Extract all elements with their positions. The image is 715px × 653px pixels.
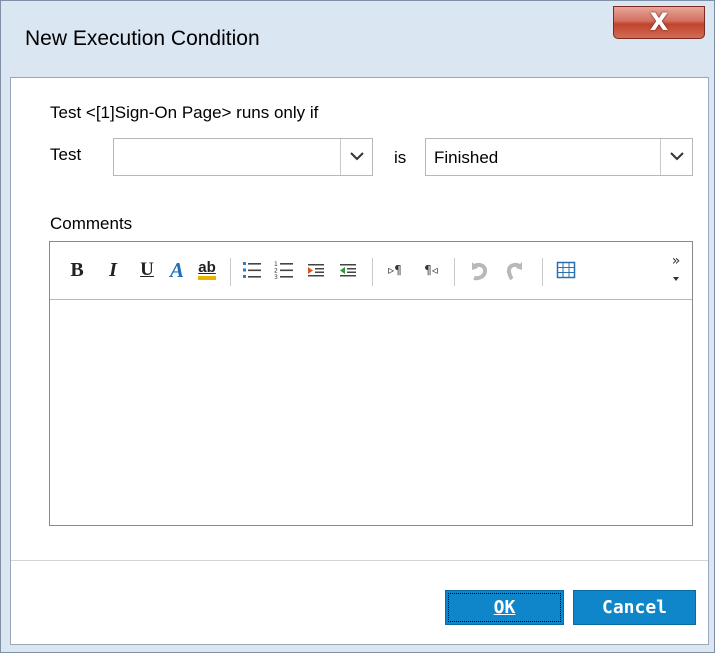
undo-button[interactable] <box>464 256 492 284</box>
numbered-list-button[interactable]: 1 2 3 <box>272 256 296 284</box>
decrease-indent-button[interactable] <box>304 256 328 284</box>
status-dropdown[interactable]: Finished <box>425 138 693 176</box>
footer-divider <box>11 560 708 561</box>
chevron-down-icon <box>670 152 684 161</box>
status-dropdown-value: Finished <box>434 148 499 167</box>
ltr-paragraph-button[interactable]: ▹¶ <box>382 256 408 284</box>
condition-description: Test <[1]Sign-On Page> runs only if <box>50 103 319 122</box>
comments-editor[interactable]: B I U A ab 1 2 3 ▹¶ ¶◃ » <box>49 241 693 526</box>
toolbar-separator <box>372 258 373 286</box>
dialog-window: New Execution Condition X Test <[1]Sign-… <box>0 0 715 653</box>
bold-icon: B <box>70 258 84 281</box>
title-bar[interactable]: New Execution Condition X <box>1 1 714 79</box>
italic-icon: I <box>109 258 117 281</box>
more-options-icon: » <box>671 253 681 269</box>
comments-text-area[interactable] <box>50 300 692 525</box>
toolbar-separator <box>542 258 543 286</box>
ltr-paragraph-icon: ▹¶ <box>388 263 402 277</box>
cancel-button-label: Cancel <box>601 597 668 618</box>
insert-table-button[interactable] <box>554 256 578 284</box>
increase-indent-icon <box>340 264 356 277</box>
bold-button[interactable]: B <box>66 256 88 284</box>
font-color-icon: A <box>169 257 184 282</box>
numbered-list-icon: 1 2 3 <box>274 261 293 280</box>
highlight-icon: ab <box>198 260 216 280</box>
cancel-button[interactable]: Cancel <box>573 590 696 625</box>
comments-label: Comments <box>50 214 133 233</box>
toolbar-separator <box>454 258 455 286</box>
toolbar-separator <box>230 258 231 286</box>
chevron-down-icon <box>350 152 364 161</box>
table-icon <box>556 261 576 279</box>
undo-icon <box>471 262 488 281</box>
redo-button[interactable] <box>502 256 530 284</box>
bullet-list-button[interactable] <box>240 256 264 284</box>
is-label: is <box>394 148 407 167</box>
highlight-button[interactable]: ab <box>194 256 220 284</box>
bullet-list-icon <box>243 262 261 278</box>
close-button[interactable]: X <box>613 6 705 39</box>
dialog-body: Test <[1]Sign-On Page> runs only if Test… <box>10 77 709 645</box>
underline-icon: U <box>140 259 154 280</box>
test-dropdown[interactable] <box>113 138 373 176</box>
toolbar-overflow-button[interactable]: » <box>666 250 686 286</box>
status-dropdown-arrow[interactable] <box>660 139 692 175</box>
underline-button[interactable]: U <box>136 256 158 284</box>
svg-text:3: 3 <box>274 274 278 280</box>
test-dropdown-arrow[interactable] <box>340 139 372 175</box>
font-color-button[interactable]: A <box>166 256 188 284</box>
increase-indent-button[interactable] <box>336 256 360 284</box>
rtl-paragraph-icon: ¶◃ <box>424 263 438 277</box>
test-label: Test <box>50 145 82 164</box>
ok-button-label: OK <box>493 597 516 618</box>
close-icon: X <box>649 8 669 36</box>
dropdown-arrow-icon <box>673 277 679 281</box>
decrease-indent-icon <box>308 264 324 277</box>
dialog-title: New Execution Condition <box>25 27 260 50</box>
italic-button[interactable]: I <box>102 256 124 284</box>
ok-button[interactable]: OK <box>445 590 564 625</box>
redo-icon <box>506 262 523 281</box>
rtl-paragraph-button[interactable]: ¶◃ <box>418 256 444 284</box>
editor-toolbar: B I U A ab 1 2 3 ▹¶ ¶◃ » <box>50 242 692 300</box>
